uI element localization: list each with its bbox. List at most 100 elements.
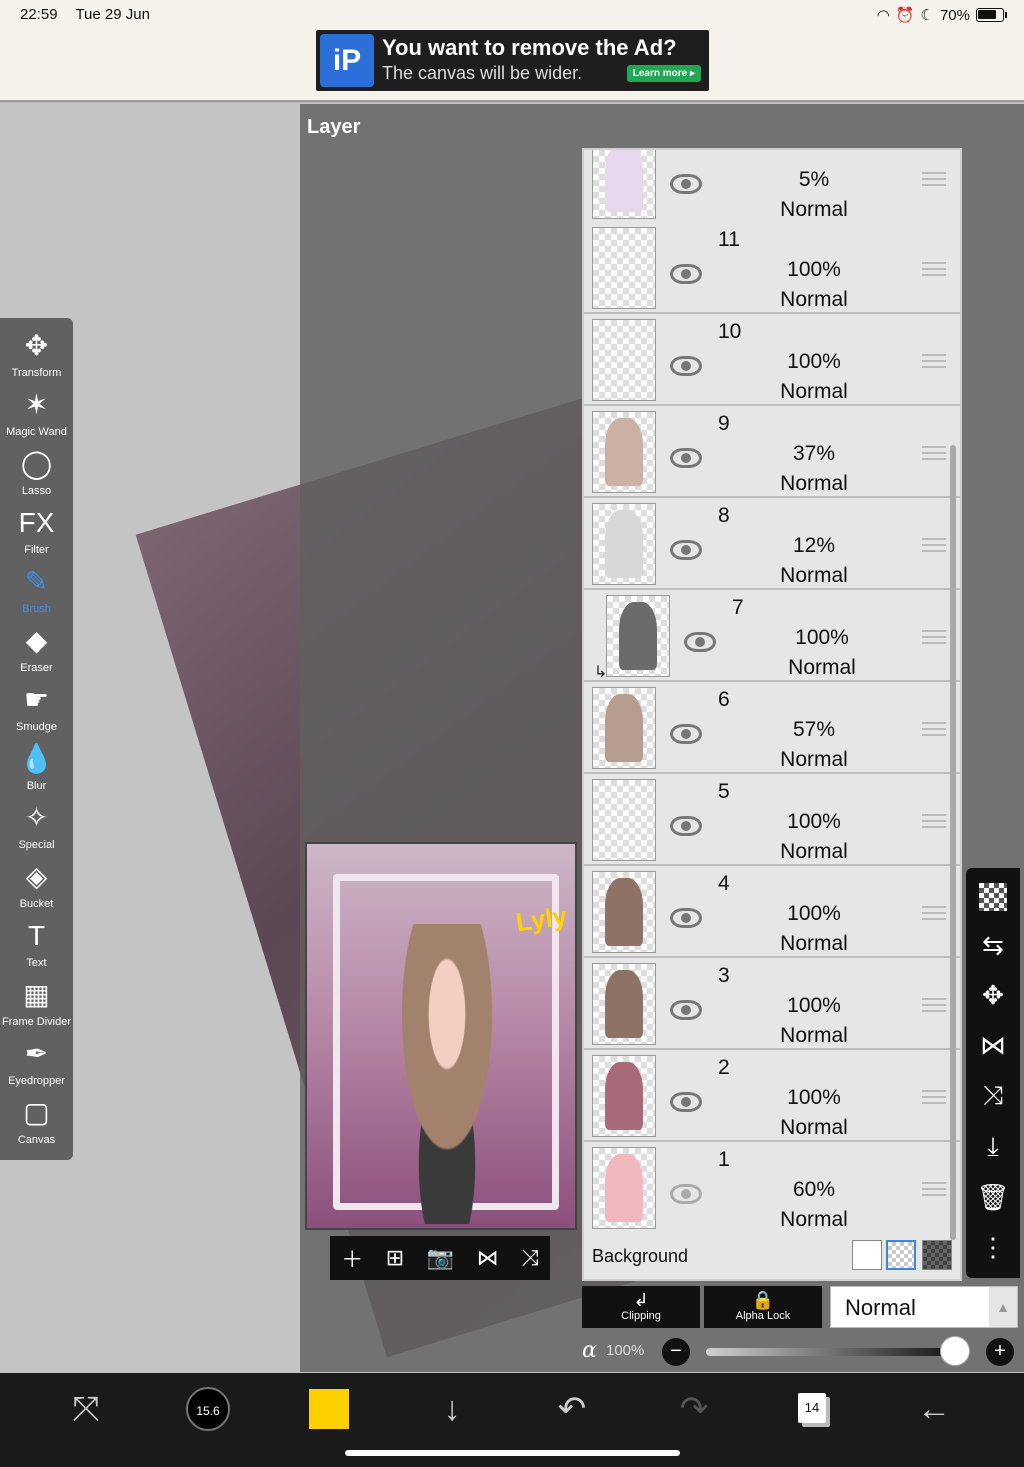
visibility-eye-icon[interactable] xyxy=(670,908,702,928)
add-special-layer-icon[interactable]: ⊞ xyxy=(386,1245,404,1271)
flip-horizontal-layer-icon[interactable]: ⋈ xyxy=(980,1030,1006,1061)
layer-thumbnail[interactable] xyxy=(592,871,656,953)
layer-thumbnail[interactable] xyxy=(592,779,656,861)
layer-preview[interactable]: Lyly xyxy=(305,842,577,1230)
move-icon[interactable]: ✥ xyxy=(982,980,1004,1011)
opacity-slider[interactable] xyxy=(706,1348,958,1356)
drag-handle-icon[interactable] xyxy=(922,262,946,276)
delete-layer-icon[interactable]: 🗑 xyxy=(976,1182,1009,1213)
layer-move-icon[interactable]: ⇆ xyxy=(982,930,1004,961)
layer-row[interactable]: 4 100% Normal xyxy=(584,866,960,958)
tool-special[interactable]: ✧ Special xyxy=(0,800,73,858)
layers-button[interactable]: 14 xyxy=(798,1393,826,1423)
ad-learn-more-button[interactable]: Learn more ▸ xyxy=(626,65,701,82)
tool-eyedropper[interactable]: ✒ Eyedropper xyxy=(0,1036,73,1094)
layer-row[interactable]: 2 100% Normal xyxy=(584,1050,960,1142)
layer-thumbnail[interactable] xyxy=(592,319,656,401)
home-indicator[interactable] xyxy=(345,1450,680,1456)
layer-thumbnail[interactable] xyxy=(592,411,656,493)
layer-row[interactable]: 5 100% Normal xyxy=(584,774,960,866)
drag-handle-icon[interactable] xyxy=(922,446,946,460)
visibility-eye-icon[interactable] xyxy=(670,356,702,376)
layer-row[interactable]: 5% Normal xyxy=(584,150,960,224)
layer-row[interactable]: 6 57% Normal xyxy=(584,682,960,774)
layer-list-scrollbar[interactable] xyxy=(950,445,956,1240)
layer-row[interactable]: 3 100% Normal xyxy=(584,958,960,1050)
tool-magic-wand[interactable]: ✶ Magic Wand xyxy=(0,387,73,445)
brush-size-button[interactable]: 15.6 xyxy=(186,1387,230,1431)
back-arrow-icon[interactable]: ← xyxy=(914,1387,954,1431)
more-options-icon[interactable]: ⋮ xyxy=(980,1232,1006,1263)
alpha-lock-button[interactable]: 🔒 Alpha Lock xyxy=(704,1286,822,1328)
visibility-eye-icon[interactable] xyxy=(670,1092,702,1112)
blend-mode-select[interactable]: Normal ▲ xyxy=(830,1286,1018,1328)
layer-thumbnail[interactable] xyxy=(592,503,656,585)
layer-list[interactable]: 5% Normal 11 100% Normal 10 100% Normal 9 37% Norm… xyxy=(582,148,962,1281)
visibility-eye-icon[interactable] xyxy=(670,174,702,194)
layer-thumbnail[interactable] xyxy=(592,1055,656,1137)
redo-icon[interactable]: ↷ xyxy=(674,1387,714,1431)
tool-canvas[interactable]: ▢ Canvas xyxy=(0,1095,73,1153)
drag-handle-icon[interactable] xyxy=(922,630,946,644)
ad-banner[interactable]: iP You want to remove the Ad? The canvas… xyxy=(316,30,709,91)
opacity-decrease-button[interactable]: − xyxy=(662,1338,690,1366)
tool-bucket[interactable]: ◈ Bucket xyxy=(0,859,73,917)
add-layer-icon[interactable]: ＋ xyxy=(341,1242,363,1274)
tool-transform[interactable]: ✥ Transform xyxy=(0,328,73,386)
visibility-eye-icon[interactable] xyxy=(670,448,702,468)
drag-handle-icon[interactable] xyxy=(922,1090,946,1104)
layer-row[interactable]: ↳ 7 100% Normal xyxy=(584,590,960,682)
drag-handle-icon[interactable] xyxy=(922,722,946,736)
drag-handle-icon[interactable] xyxy=(922,354,946,368)
opacity-increase-button[interactable]: + xyxy=(986,1338,1014,1366)
drag-handle-icon[interactable] xyxy=(922,538,946,552)
drag-handle-icon[interactable] xyxy=(922,814,946,828)
layer-row[interactable]: 11 100% Normal xyxy=(584,222,960,314)
background-dark-swatch[interactable] xyxy=(922,1240,952,1270)
visibility-eye-icon[interactable] xyxy=(670,540,702,560)
tool-eraser[interactable]: ◆ Eraser xyxy=(0,623,73,681)
transform-tool-icon[interactable]: ⤧ xyxy=(66,1387,106,1431)
tool-filter[interactable]: FX Filter xyxy=(0,505,73,563)
layer-row[interactable]: 9 37% Normal xyxy=(584,406,960,498)
tool-blur[interactable]: 💧 Blur xyxy=(0,741,73,799)
visibility-eye-icon[interactable] xyxy=(670,816,702,836)
clipping-button[interactable]: ↲ Clipping xyxy=(582,1286,700,1328)
opacity-slider-knob[interactable] xyxy=(940,1336,970,1366)
visibility-eye-icon[interactable] xyxy=(670,724,702,744)
transparency-icon[interactable] xyxy=(979,883,1007,912)
layer-thumbnail[interactable] xyxy=(592,687,656,769)
drag-handle-icon[interactable] xyxy=(922,1182,946,1196)
drag-handle-icon[interactable] xyxy=(922,906,946,920)
layer-thumbnail[interactable] xyxy=(592,150,656,219)
layer-thumbnail[interactable] xyxy=(592,1147,656,1229)
arrow-down-icon[interactable]: ↓ xyxy=(432,1387,472,1431)
flip-vertical-layer-icon[interactable]: ⤨ xyxy=(983,1080,1004,1112)
visibility-eye-icon[interactable] xyxy=(670,1000,702,1020)
background-layer-row[interactable]: Background xyxy=(584,1232,960,1279)
layer-row[interactable]: 10 100% Normal xyxy=(584,314,960,406)
background-white-swatch[interactable] xyxy=(852,1240,882,1270)
color-swatch-button[interactable] xyxy=(309,1389,349,1429)
tool-text[interactable]: T Text xyxy=(0,918,73,976)
layer-row[interactable]: 8 12% Normal xyxy=(584,498,960,590)
flip-vertical-icon[interactable]: ⤨ xyxy=(521,1245,539,1271)
merge-down-icon[interactable]: ⤓ xyxy=(987,1131,999,1163)
background-transparent-swatch[interactable] xyxy=(886,1240,916,1270)
undo-icon[interactable]: ↶ xyxy=(552,1387,592,1431)
visibility-eye-icon[interactable] xyxy=(670,1184,702,1204)
tool-brush[interactable]: ✎ Brush xyxy=(0,564,73,622)
layer-row[interactable]: 1 60% Normal xyxy=(584,1142,960,1234)
tool-lasso[interactable]: ◯ Lasso xyxy=(0,446,73,504)
visibility-eye-icon[interactable] xyxy=(684,632,716,652)
tool-frame-divider[interactable]: ▦ Frame Divider xyxy=(0,977,73,1035)
camera-icon[interactable]: 📷 xyxy=(427,1245,454,1271)
visibility-eye-icon[interactable] xyxy=(670,264,702,284)
layer-thumbnail[interactable] xyxy=(606,595,670,677)
layer-thumbnail[interactable] xyxy=(592,963,656,1045)
layer-thumbnail[interactable] xyxy=(592,227,656,309)
tool-smudge[interactable]: ☛ Smudge xyxy=(0,682,73,740)
drag-handle-icon[interactable] xyxy=(922,172,946,186)
flip-horizontal-icon[interactable]: ⋈ xyxy=(477,1245,499,1271)
drag-handle-icon[interactable] xyxy=(922,998,946,1012)
